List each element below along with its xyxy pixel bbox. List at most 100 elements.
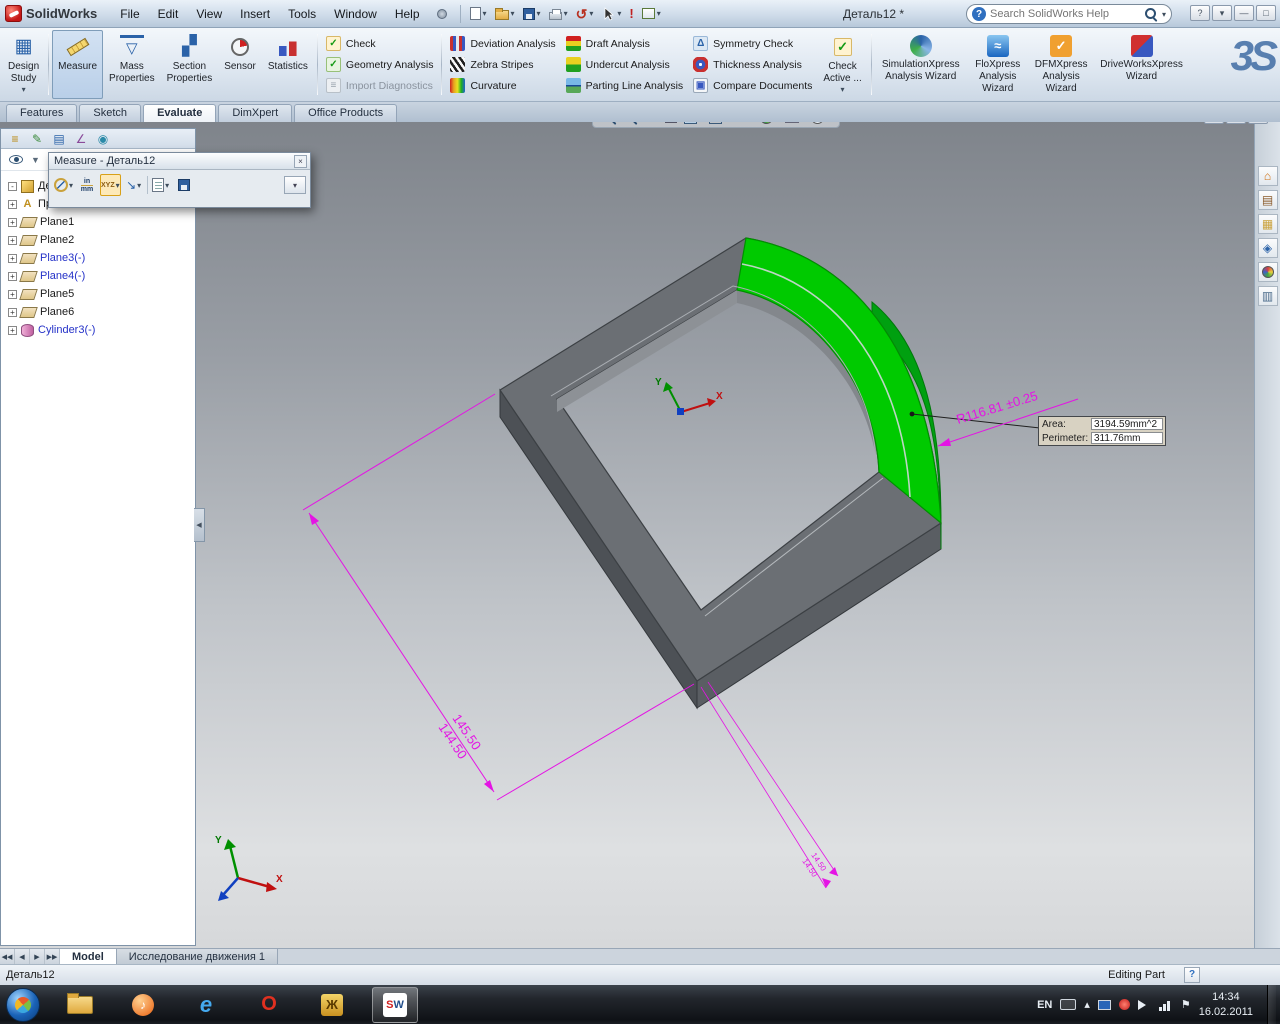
view-palette-icon[interactable]: ◈ <box>1258 238 1278 258</box>
menu-help[interactable]: Help <box>386 3 429 25</box>
selected-face[interactable] <box>737 238 941 523</box>
taskbar-item-solidworks[interactable]: SW <box>372 987 418 1023</box>
ribbon-button-curvature[interactable]: Curvature <box>445 76 560 95</box>
tree-item-plane5[interactable]: + Plane5 <box>5 285 195 303</box>
tab-model[interactable]: Model <box>60 949 117 964</box>
radius-dimension-text[interactable]: R116.81 ±0.25 <box>954 388 1039 427</box>
tab-dimxpert[interactable]: DimXpert <box>218 104 292 122</box>
open-button[interactable]: ▾ <box>491 5 519 23</box>
pin-menubar-icon[interactable] <box>437 9 447 19</box>
show-desktop-button[interactable] <box>1267 985 1276 1024</box>
arc-circle-measurements-button[interactable]: ▾ <box>53 174 74 196</box>
save-button[interactable]: ▾ <box>519 5 545 23</box>
network-tray-icon[interactable] <box>1159 999 1173 1011</box>
options-button[interactable]: ▾ <box>638 5 665 22</box>
chevron-down-icon[interactable]: ▾ <box>1162 10 1166 19</box>
scroll-first-icon[interactable]: ◀◀ <box>0 949 15 964</box>
ribbon-button-compare-documents[interactable]: ▣Compare Documents <box>688 76 817 95</box>
expand-icon[interactable]: + <box>8 326 17 335</box>
ribbon-button-design-study[interactable]: ▦ Design Study ▾ <box>2 30 45 99</box>
expand-icon[interactable]: + <box>8 254 17 263</box>
search-input[interactable] <box>990 8 1140 20</box>
feature-tree-tab-icon[interactable]: ≡ <box>7 131 23 147</box>
ribbon-button-zebra-stripes[interactable]: Zebra Stripes <box>445 55 560 74</box>
ribbon-button-check-active[interactable]: ✓ Check Active ... ▾ <box>817 30 867 99</box>
part-side-face-left[interactable] <box>500 390 697 708</box>
design-library-icon[interactable]: ▤ <box>1258 190 1278 210</box>
measure-dialog-titlebar[interactable]: Measure - Деталь12 × <box>49 153 310 170</box>
ribbon-button-section-properties[interactable]: ▞ Section Properties <box>161 30 219 99</box>
hide-show-tree-items-icon[interactable] <box>9 155 23 164</box>
menu-edit[interactable]: Edit <box>149 3 188 25</box>
tree-item-plane6[interactable]: + Plane6 <box>5 303 195 321</box>
rebuild-button[interactable]: ! <box>625 3 637 24</box>
menu-file[interactable]: File <box>111 3 148 25</box>
volume-tray-icon[interactable] <box>1138 1000 1151 1010</box>
ribbon-button-thickness-analysis[interactable]: Thickness Analysis <box>688 55 817 74</box>
menu-insert[interactable]: Insert <box>231 3 279 25</box>
taskbar-item-internet-explorer[interactable]: e <box>183 987 229 1023</box>
expand-icon[interactable]: + <box>8 200 17 209</box>
file-explorer-icon[interactable]: ▦ <box>1258 214 1278 234</box>
display-manager-tab-icon[interactable]: ◉ <box>95 131 111 147</box>
close-icon[interactable]: × <box>294 155 307 168</box>
expand-icon[interactable]: + <box>8 218 17 227</box>
tab-features[interactable]: Features <box>6 104 77 122</box>
tab-evaluate[interactable]: Evaluate <box>143 104 216 122</box>
taskbar-item-opera[interactable]: O <box>246 987 292 1023</box>
menu-window[interactable]: Window <box>325 3 386 25</box>
expand-icon[interactable]: + <box>8 290 17 299</box>
ribbon-button-floxpress-wizard[interactable]: ≈ FloXpress Analysis Wizard <box>967 30 1029 99</box>
property-manager-tab-icon[interactable]: ✎ <box>29 131 45 147</box>
tab-office-products[interactable]: Office Products <box>294 104 397 122</box>
display-tray-icon[interactable] <box>1098 1000 1111 1010</box>
taskbar-item-explorer[interactable] <box>57 987 103 1023</box>
hidden-icons-arrow[interactable]: ▴ <box>1084 998 1090 1011</box>
custom-properties-icon[interactable]: ▥ <box>1258 286 1278 306</box>
ribbon-button-geometry-analysis[interactable]: ✓Geometry Analysis <box>321 55 439 74</box>
collapse-icon[interactable]: - <box>8 182 17 191</box>
tree-item-cylinder3[interactable]: + Cylinder3(-) <box>5 321 195 339</box>
ribbon-button-symmetry-check[interactable]: ΔSymmetry Check <box>688 34 817 53</box>
action-center-icon[interactable]: ⚑ <box>1181 998 1191 1011</box>
ribbon-button-dfmxpress-wizard[interactable]: ✓ DFMXpress Analysis Wizard <box>1029 30 1094 99</box>
configuration-manager-tab-icon[interactable]: ▤ <box>51 131 67 147</box>
ribbon-button-deviation-analysis[interactable]: Deviation Analysis <box>445 34 560 53</box>
tree-item-plane1[interactable]: + Plane1 <box>5 213 195 231</box>
minimize-button[interactable]: — <box>1234 5 1254 21</box>
expand-dialog-button[interactable]: ▾ <box>284 176 306 194</box>
language-indicator[interactable]: EN <box>1037 999 1052 1011</box>
antivirus-tray-icon[interactable] <box>1119 999 1130 1010</box>
taskbar-clock[interactable]: 14:34 16.02.2011 <box>1199 990 1253 1019</box>
appearances-icon[interactable] <box>1258 262 1278 282</box>
undo-button[interactable]: ↺▾ <box>572 5 598 23</box>
measure-dialog[interactable]: Measure - Деталь12 × ▾ in mm XYZ▾ ↘▾ ▾ ▾ <box>48 152 311 208</box>
tab-sketch[interactable]: Sketch <box>79 104 141 122</box>
ribbon-button-import-diagnostics[interactable]: ≡Import Diagnostics <box>321 76 439 95</box>
solidworks-resources-icon[interactable]: ⌂ <box>1258 166 1278 186</box>
measurement-history-button[interactable]: ▾ <box>151 174 171 196</box>
help-search-box[interactable]: ? ▾ <box>966 4 1172 24</box>
tree-item-plane4[interactable]: + Plane4(-) <box>5 267 195 285</box>
ribbon-button-check[interactable]: ✓Check <box>321 34 439 53</box>
taskbar-item-media-player[interactable]: ♪ <box>120 987 166 1023</box>
print-button[interactable]: ▾ <box>545 5 572 23</box>
dimxpert-manager-tab-icon[interactable]: ∠ <box>73 131 89 147</box>
menu-tools[interactable]: Tools <box>279 3 325 25</box>
tab-motion-study[interactable]: Исследование движения 1 <box>117 949 278 964</box>
ribbon-button-undercut-analysis[interactable]: Undercut Analysis <box>561 55 688 74</box>
units-precision-button[interactable]: in mm <box>77 174 97 196</box>
quick-tips-help-icon[interactable]: ? <box>1184 967 1200 983</box>
tree-item-plane3[interactable]: + Plane3(-) <box>5 249 195 267</box>
select-button[interactable]: ▾ <box>597 4 625 24</box>
ribbon-button-sensor[interactable]: Sensor <box>218 30 262 99</box>
save-measurement-button[interactable] <box>174 174 194 196</box>
new-document-button[interactable]: ▾ <box>466 4 491 23</box>
point-to-point-button[interactable]: ↘▾ <box>124 174 144 196</box>
help-button[interactable]: ? <box>1190 5 1210 21</box>
expand-icon[interactable]: + <box>8 272 17 281</box>
ribbon-button-driveworksxpress-wizard[interactable]: DriveWorksXpress Wizard <box>1094 30 1190 99</box>
ribbon-button-parting-line-analysis[interactable]: Parting Line Analysis <box>561 76 688 95</box>
expand-icon[interactable]: + <box>8 308 17 317</box>
ribbon-button-simulationxpress-wizard[interactable]: SimulationXpress Analysis Wizard <box>875 30 967 99</box>
